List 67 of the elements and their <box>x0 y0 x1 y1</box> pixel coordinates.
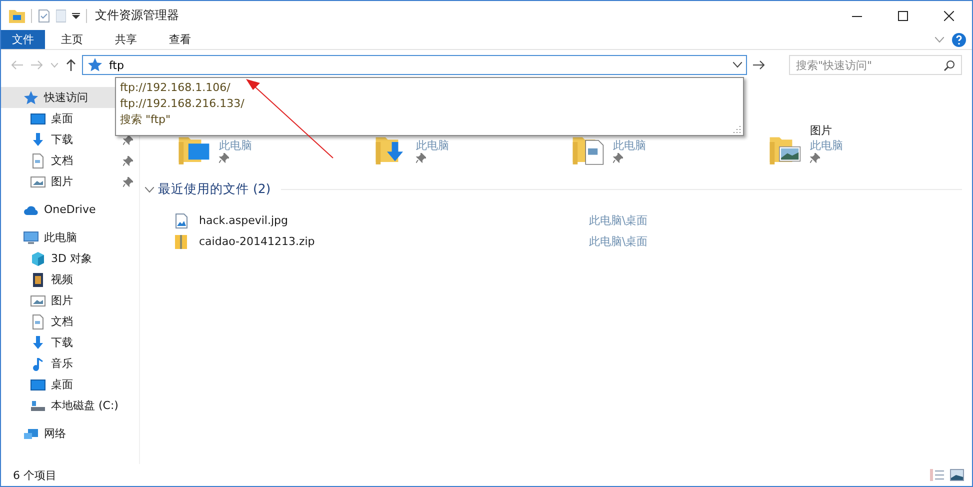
nav-item[interactable]: 图片 <box>1 290 139 311</box>
nav-item[interactable]: 桌面 <box>1 374 139 395</box>
thumbnail-view-icon[interactable] <box>950 469 964 481</box>
nav-item[interactable]: 下载 <box>1 129 139 150</box>
folder-location: 此电脑 <box>416 138 449 153</box>
nav-item[interactable]: 音乐 <box>1 353 139 374</box>
folder-icon[interactable] <box>9 8 25 22</box>
suggestion-item[interactable]: 搜索 "ftp" <box>120 112 739 128</box>
nav-item[interactable]: 文档 <box>1 150 139 171</box>
nav-item[interactable]: 此电脑 <box>1 227 139 248</box>
picture-icon <box>30 174 46 190</box>
help-icon[interactable] <box>952 32 966 46</box>
image-file-icon <box>173 212 189 228</box>
nav-item[interactable]: 3D 对象 <box>1 248 139 269</box>
nav-item[interactable]: 文档 <box>1 311 139 332</box>
ribbon-tab[interactable]: 查看 <box>153 30 207 49</box>
nav-item[interactable]: 图片 <box>1 171 139 192</box>
computer-icon <box>23 230 39 246</box>
close-icon[interactable] <box>944 10 954 20</box>
nav-item[interactable]: 视频 <box>1 269 139 290</box>
download-icon <box>30 132 46 148</box>
chevron-icon[interactable] <box>145 186 154 192</box>
nav-item[interactable]: 下载 <box>1 332 139 353</box>
up-icon[interactable] <box>66 59 76 71</box>
music-icon <box>30 356 46 372</box>
ribbon-tab[interactable]: 主页 <box>45 30 99 49</box>
folder-location: 此电脑 <box>810 138 843 153</box>
nav-item[interactable]: OneDrive <box>1 199 139 220</box>
file-path: 此电脑\桌面 <box>589 234 648 249</box>
resize-grip-icon[interactable] <box>733 125 741 133</box>
section-header[interactable]: 最近使用的文件 (2) <box>158 181 271 198</box>
search-icon[interactable] <box>944 60 955 70</box>
maximize-icon[interactable] <box>898 10 908 20</box>
cube-icon <box>30 250 46 266</box>
folder-location: 此电脑 <box>219 138 252 153</box>
item-count: 6 个项目 <box>13 468 56 482</box>
address-field[interactable]: ftp <box>109 58 727 72</box>
desktop-icon <box>30 376 46 392</box>
window-title: 文件资源管理器 <box>95 7 179 24</box>
picture-icon <box>30 292 46 308</box>
document-icon <box>30 314 46 330</box>
video-icon <box>30 272 46 288</box>
go-icon[interactable] <box>753 60 765 70</box>
caret-icon[interactable] <box>72 12 80 20</box>
document-icon <box>30 152 46 168</box>
folder-icon <box>177 134 211 166</box>
folder-icon <box>768 134 802 166</box>
search-box[interactable]: 搜索"快速访问" <box>789 55 962 75</box>
download-icon <box>30 334 46 350</box>
file-name[interactable]: hack.aspevil.jpg <box>199 214 288 227</box>
ribbon-tab[interactable]: 共享 <box>99 30 153 49</box>
properties-icon[interactable] <box>38 8 50 22</box>
folder-location: 此电脑 <box>613 138 646 153</box>
star-icon <box>23 90 39 106</box>
star-icon <box>87 57 103 73</box>
nav-item[interactable]: 网络 <box>1 423 139 444</box>
nav-item[interactable]: 本地磁盘 (C:) <box>1 395 139 416</box>
zip-file-icon <box>173 234 189 250</box>
chevron-icon[interactable] <box>733 62 742 68</box>
search-field[interactable]: 搜索"快速访问" <box>796 58 944 72</box>
file-path: 此电脑\桌面 <box>589 213 648 228</box>
address-bar[interactable]: ftp <box>82 55 747 75</box>
details-view-icon[interactable] <box>930 469 944 481</box>
file-name[interactable]: caidao-20141213.zip <box>199 235 315 248</box>
desktop-icon <box>30 110 46 126</box>
ribbon-tab[interactable]: 文件 <box>1 30 45 49</box>
folder-name[interactable]: 图片 <box>810 124 832 137</box>
